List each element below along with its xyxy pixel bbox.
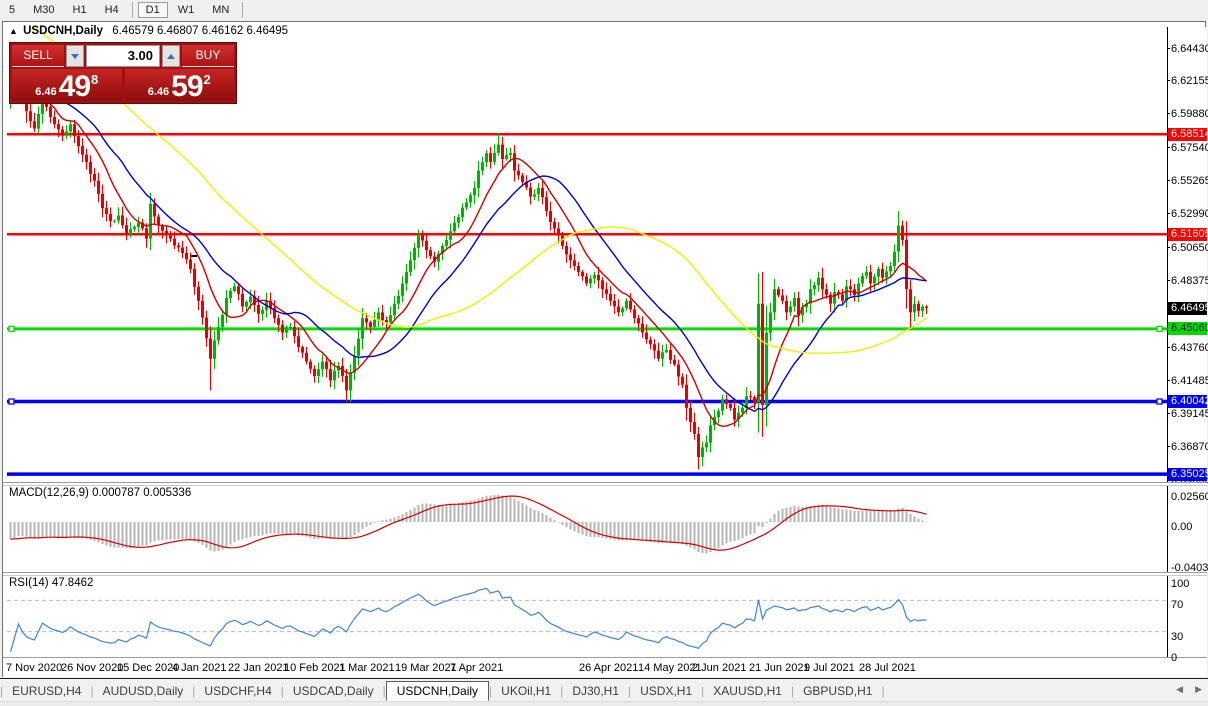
timeframe-button-h1[interactable]: H1 bbox=[65, 2, 95, 18]
chart-tab-ukoil-h1[interactable]: UKOil,H1 bbox=[492, 682, 560, 700]
timeframe-button-h4[interactable]: H4 bbox=[97, 2, 127, 18]
price-tick-label: 6.48375 bbox=[1171, 275, 1208, 287]
chart-tab-bar: |EURUSD,H4|AUDUSD,Daily|USDCHF,H4|USDCAD… bbox=[0, 678, 1208, 702]
rsi-axis-label: 100 bbox=[1171, 578, 1189, 590]
date-tick-label: 26 Apr 2021 bbox=[579, 662, 638, 674]
chart-tab-xauusd-h1[interactable]: XAUUSD,H1 bbox=[704, 682, 791, 700]
current-price-badge: 6.46495 bbox=[1168, 302, 1207, 315]
date-tick-label: 7 Nov 2020 bbox=[6, 662, 62, 674]
date-tick-label: 2 Jun 2021 bbox=[692, 662, 746, 674]
hline-price-badge: 6.45060 bbox=[1168, 322, 1207, 335]
hline-price-badge: 6.40042 bbox=[1168, 395, 1207, 408]
date-tick-label: 28 Jul 2021 bbox=[859, 662, 916, 674]
sell-price-sup: 8 bbox=[91, 72, 98, 87]
macd-axis-label: 0.00 bbox=[1171, 521, 1192, 533]
chart-tab-usdx-h1[interactable]: USDX,H1 bbox=[631, 682, 701, 700]
price-tick-label: 6.50650 bbox=[1171, 242, 1208, 254]
status-strip bbox=[0, 701, 1208, 706]
price-tick-label: 6.36870 bbox=[1171, 441, 1208, 453]
tab-divider: | bbox=[881, 684, 884, 698]
macd-label: MACD(12,26,9) 0.000787 0.005336 bbox=[9, 487, 191, 499]
hline-price-badge: 6.35025 bbox=[1168, 468, 1207, 481]
date-tick-label: 26 Nov 2020 bbox=[61, 662, 123, 674]
hline-price-badge: 6.58514 bbox=[1168, 128, 1207, 141]
tab-scroll-controls: ◀ ▶ bbox=[1176, 684, 1202, 694]
rsi-axis-label: 70 bbox=[1171, 599, 1183, 611]
title-triangle-icon: ▲ bbox=[9, 26, 18, 36]
chart-tab-audusd-daily[interactable]: AUDUSD,Daily bbox=[94, 682, 193, 700]
date-tick-label: 10 Feb 2021 bbox=[284, 662, 346, 674]
panel-separator[interactable] bbox=[3, 572, 1207, 576]
toolbar-separator bbox=[132, 2, 133, 18]
rsi-axis-label: 0 bbox=[1171, 652, 1177, 664]
price-tick-label: 6.39145 bbox=[1171, 408, 1208, 420]
macd-axis-label: 0.025609 bbox=[1171, 491, 1208, 503]
price-tick-label: 6.41485 bbox=[1171, 375, 1208, 387]
date-tick-label: 1 Mar 2021 bbox=[339, 662, 395, 674]
buy-price-small: 6.46 bbox=[148, 86, 169, 98]
tabbar-scroll-right-icon[interactable]: ▶ bbox=[1195, 684, 1202, 694]
panel-separator[interactable] bbox=[3, 482, 1207, 486]
chart-tab-dj30-h1[interactable]: DJ30,H1 bbox=[563, 682, 628, 700]
date-tick-label: 22 Jan 2021 bbox=[228, 662, 289, 674]
chart-window: ▲ USDCNH,Daily 6.46579 6.46807 6.46162 6… bbox=[2, 21, 1206, 677]
date-tick-label: 4 Jan 2021 bbox=[172, 662, 226, 674]
timeframe-toolbar: 5M30H1H4 D1W1MN bbox=[0, 0, 1208, 20]
one-click-trading-widget: SELL 3.00 BUY 6.46 49 8 6.46 59 2 bbox=[9, 42, 237, 104]
price-tick-label: 6.43760 bbox=[1171, 342, 1208, 354]
rsi-label: RSI(14) 47.8462 bbox=[9, 577, 93, 589]
date-tick-label: 21 Jun 2021 bbox=[749, 662, 810, 674]
volume-down-icon bbox=[71, 54, 79, 59]
date-tick-label: 15 Dec 2020 bbox=[117, 662, 179, 674]
chart-tab-usdcad-daily[interactable]: USDCAD,Daily bbox=[284, 682, 383, 700]
chart-tab-gbpusd-h1[interactable]: GBPUSD,H1 bbox=[794, 682, 881, 700]
volume-decrease-button[interactable] bbox=[66, 45, 84, 67]
price-tick-label: 6.52990 bbox=[1171, 208, 1208, 220]
chart-tab-usdchf-h4[interactable]: USDCHF,H4 bbox=[195, 682, 280, 700]
timeframe-button-m30[interactable]: M30 bbox=[25, 2, 62, 18]
chart-tab-usdcnh-daily[interactable]: USDCNH,Daily bbox=[386, 681, 489, 701]
buy-button[interactable]: BUY bbox=[182, 45, 234, 67]
chart-quote-values: 6.46579 6.46807 6.46162 6.46495 bbox=[112, 25, 288, 37]
tabbar-scroll-left-icon[interactable]: ◀ bbox=[1176, 684, 1183, 694]
rsi-axis-label: 30 bbox=[1171, 631, 1183, 643]
date-tick-label: 19 Mar 2021 bbox=[395, 662, 457, 674]
price-tick-label: 6.59880 bbox=[1171, 108, 1208, 120]
date-tick-label: 7 Apr 2021 bbox=[450, 662, 503, 674]
hline-price-badge: 6.51605 bbox=[1168, 228, 1207, 241]
timeframe-button-5[interactable]: 5 bbox=[1, 2, 23, 18]
buy-price-sup: 2 bbox=[204, 72, 211, 87]
buy-price-big: 59 bbox=[171, 73, 202, 101]
chart-title: ▲ USDCNH,Daily 6.46579 6.46807 6.46162 6… bbox=[9, 25, 288, 37]
chart-tab-eurusd-h4[interactable]: EURUSD,H4 bbox=[3, 682, 90, 700]
price-tick-label: 6.62155 bbox=[1171, 75, 1208, 87]
sell-price-button[interactable]: 6.46 49 8 bbox=[12, 69, 122, 101]
volume-up-icon bbox=[167, 54, 175, 59]
price-tick-label: 6.64430 bbox=[1171, 43, 1208, 55]
toolbar-separator bbox=[242, 2, 243, 18]
date-axis[interactable]: 7 Nov 202026 Nov 202015 Dec 20204 Jan 20… bbox=[3, 659, 1207, 677]
price-tick-label: 6.57540 bbox=[1171, 142, 1208, 154]
chart-symbol-label: USDCNH,Daily bbox=[23, 25, 103, 37]
timeframe-button-d1[interactable]: D1 bbox=[138, 2, 168, 18]
timeframe-button-w1[interactable]: W1 bbox=[170, 2, 203, 18]
price-tick-label: 6.55265 bbox=[1171, 175, 1208, 187]
buy-price-button[interactable]: 6.46 59 2 bbox=[125, 69, 235, 101]
date-tick-label: 9 Jul 2021 bbox=[804, 662, 855, 674]
rsi-canvas[interactable] bbox=[7, 575, 1167, 657]
volume-input[interactable]: 3.00 bbox=[86, 45, 160, 67]
timeframe-button-mn[interactable]: MN bbox=[204, 2, 237, 18]
macd-axis-label: -0.04038 bbox=[1171, 562, 1208, 574]
sell-price-big: 49 bbox=[59, 73, 90, 101]
sell-price-small: 6.46 bbox=[35, 86, 56, 98]
volume-increase-button[interactable] bbox=[162, 45, 180, 67]
sell-button[interactable]: SELL bbox=[12, 45, 64, 67]
